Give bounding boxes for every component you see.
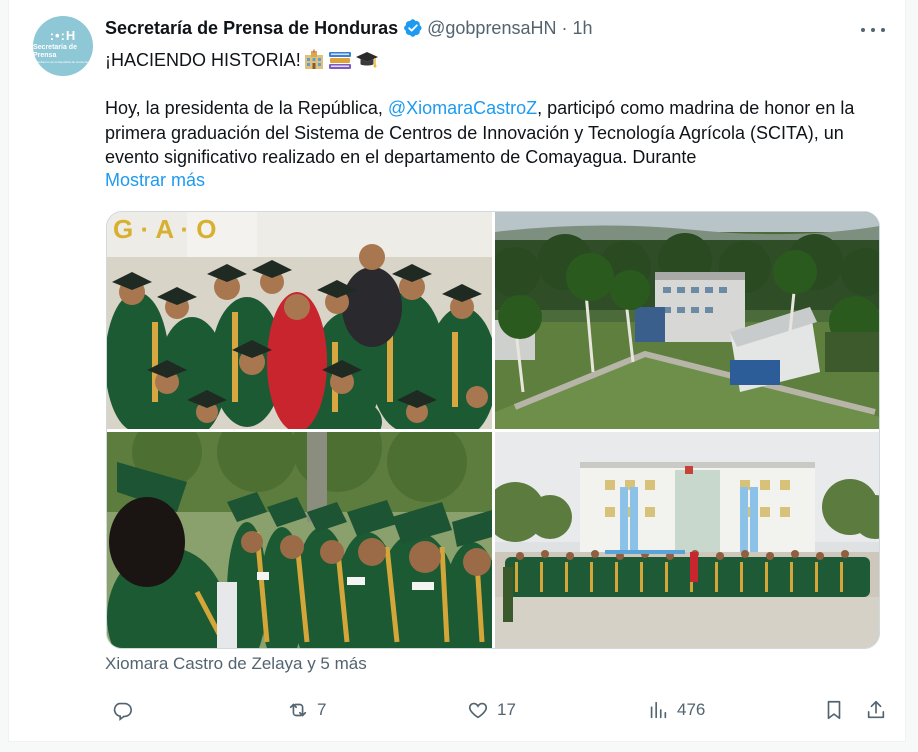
account-name[interactable]: Secretaría de Prensa de Honduras	[105, 18, 398, 39]
books-emoji-icon	[328, 52, 351, 69]
building-group-image	[495, 432, 879, 648]
show-more-link[interactable]: Mostrar más	[105, 170, 205, 191]
tweet-headline: ¡HACIENDO HISTORIA!	[105, 50, 301, 70]
more-dot	[881, 28, 885, 32]
more-options-icon[interactable]	[861, 20, 885, 40]
share-button[interactable]	[865, 694, 887, 726]
retweet-icon	[289, 703, 307, 717]
account-handle[interactable]: @gobprensaHN	[427, 18, 556, 39]
bookmark-icon	[827, 700, 841, 720]
mention-link[interactable]: @XiomaraCastroZ	[388, 98, 537, 118]
graduation-cap-emoji-icon	[355, 52, 378, 68]
tagged-people[interactable]: Xiomara Castro de Zelaya y 5 más	[105, 654, 367, 674]
retweet-count: 7	[317, 700, 327, 719]
tweet-timestamp[interactable]: 1h	[572, 18, 592, 39]
heart-icon	[468, 702, 488, 719]
share-icon	[867, 700, 885, 719]
views-button[interactable]: 476	[647, 694, 705, 726]
avatar[interactable]: :•:H Secretaría de Prensa Gobierno de la…	[33, 16, 93, 76]
graduates-group-image: G · A · O	[107, 212, 492, 429]
campus-aerial-image	[495, 212, 879, 429]
like-button[interactable]: 17	[467, 694, 516, 726]
more-dot	[871, 28, 875, 32]
action-bar: 7 17 476	[105, 694, 885, 726]
tweet-header: Secretaría de Prensa de Honduras @gobpre…	[105, 16, 593, 40]
graduates-row-image	[107, 432, 492, 648]
tweet-body: Hoy, la presidenta de la República, @Xio…	[105, 96, 865, 170]
avatar-sublabel: Gobierno de la República de Honduras	[37, 59, 89, 64]
graduates-row-photo[interactable]	[107, 432, 492, 648]
separator-dot: ·	[561, 17, 568, 38]
school-emoji-icon	[304, 49, 323, 69]
verified-badge-icon[interactable]	[403, 18, 423, 38]
like-count: 17	[497, 700, 516, 719]
media-grid: G · A · O	[106, 211, 880, 649]
tweet-card[interactable]: :•:H Secretaría de Prensa Gobierno de la…	[8, 0, 906, 742]
avatar-mark: :•:H	[49, 27, 77, 43]
more-dot	[861, 28, 865, 32]
building-group-photo[interactable]	[495, 432, 879, 648]
reply-icon	[113, 702, 132, 721]
views-count: 476	[677, 700, 706, 719]
bookmark-button[interactable]	[823, 694, 845, 726]
avatar-label: Secretaría de Prensa	[33, 43, 77, 59]
tweet-headline-line: ¡HACIENDO HISTORIA!	[105, 48, 379, 72]
campus-aerial-photo[interactable]	[495, 212, 879, 429]
tweet-text-part: Hoy, la presidenta de la República,	[105, 98, 388, 118]
views-chart-icon	[650, 701, 667, 719]
sign-letters: G · A · O	[113, 214, 217, 244]
graduates-group-photo[interactable]: G · A · O	[107, 212, 492, 429]
reply-button[interactable]	[111, 694, 141, 726]
retweet-button[interactable]: 7	[287, 694, 326, 726]
